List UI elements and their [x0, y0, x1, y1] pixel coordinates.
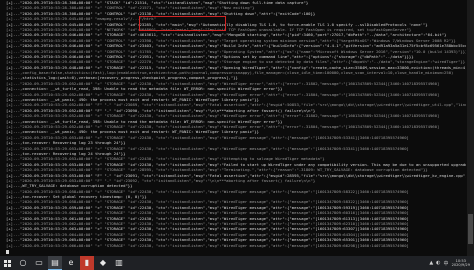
terminal-button[interactable]: ▮	[80, 256, 94, 270]
file-explorer-button[interactable]: ▤	[48, 256, 62, 270]
search-button[interactable]: ○	[16, 256, 30, 270]
log-line: [+]..."2020-09-29T10:53:29.063+08:00" "c…	[6, 226, 409, 232]
log-line: [+]..."2020-09-29T10:53:29.060+08:00" "c…	[6, 210, 409, 216]
task-view-icon: ▭	[35, 258, 43, 267]
network-icon[interactable]: ▲	[429, 260, 433, 266]
log-line: [+]..."2020-09-29T10:53:29.046+08:00" "c…	[6, 43, 466, 49]
system-tray: ▲ ◐ 中 10:53 2020/9/29	[429, 259, 474, 268]
app-button[interactable]: ◆	[96, 256, 110, 270]
highlight-box	[139, 16, 226, 31]
console-output: [+]..."2020-09-29T10:53:28.308+08:00" "c…	[6, 0, 466, 248]
console-window[interactable]: [+]..."2020-09-29T10:53:28.308+08:00" "c…	[0, 0, 474, 256]
app-icon: ◆	[99, 258, 107, 267]
folder-icon: ▥	[115, 258, 123, 267]
windows-logo-icon	[3, 259, 11, 267]
log-line: [+]..."2020-09-29T10:53:29.065+08:00" "c…	[6, 237, 409, 243]
taskbar: ○ ▭ ▤ e ▮ ◆ ▥ ▲ ◐ 中 10:53 2020/9/29	[0, 256, 474, 270]
log-line: [+]..."2020-09-29T10:53:29.048+08:00" "c…	[6, 59, 466, 65]
log-line: [+]..."2020-09-29T10:53:29.046+08:00" "c…	[6, 32, 447, 38]
start-button[interactable]	[0, 256, 14, 270]
edge-browser-button[interactable]: e	[64, 256, 78, 270]
terminal-icon: ▮	[84, 258, 90, 267]
volume-icon[interactable]: ◐	[436, 260, 440, 266]
folder-button[interactable]: ▥	[112, 256, 126, 270]
edge-browser-icon: e	[68, 258, 74, 267]
clock-date: 2020/9/29	[451, 263, 470, 267]
log-line: [+]..."2020-09-29T10:53:29.053+08:00" "F…	[6, 167, 428, 173]
log-line: [+]..."2020-09-29T10:53:29.052+08:00" "c…	[6, 113, 440, 119]
taskbar-apps: ○ ▭ ▤ e ▮ ◆ ▥	[16, 256, 128, 270]
scrollbar[interactable]	[467, 0, 474, 256]
task-view-button[interactable]: ▭	[32, 256, 46, 270]
text-cursor	[6, 250, 9, 254]
log-line: [+]..."2020-09-29T10:53:29.066+08:00" "c…	[6, 242, 409, 248]
scrollbar-thumb[interactable]	[468, 214, 473, 244]
search-icon: ○	[19, 258, 27, 267]
file-explorer-icon: ▤	[51, 257, 59, 267]
clock[interactable]: 10:53 2020/9/29	[452, 259, 470, 268]
ime-indicator[interactable]: 中	[444, 260, 449, 267]
